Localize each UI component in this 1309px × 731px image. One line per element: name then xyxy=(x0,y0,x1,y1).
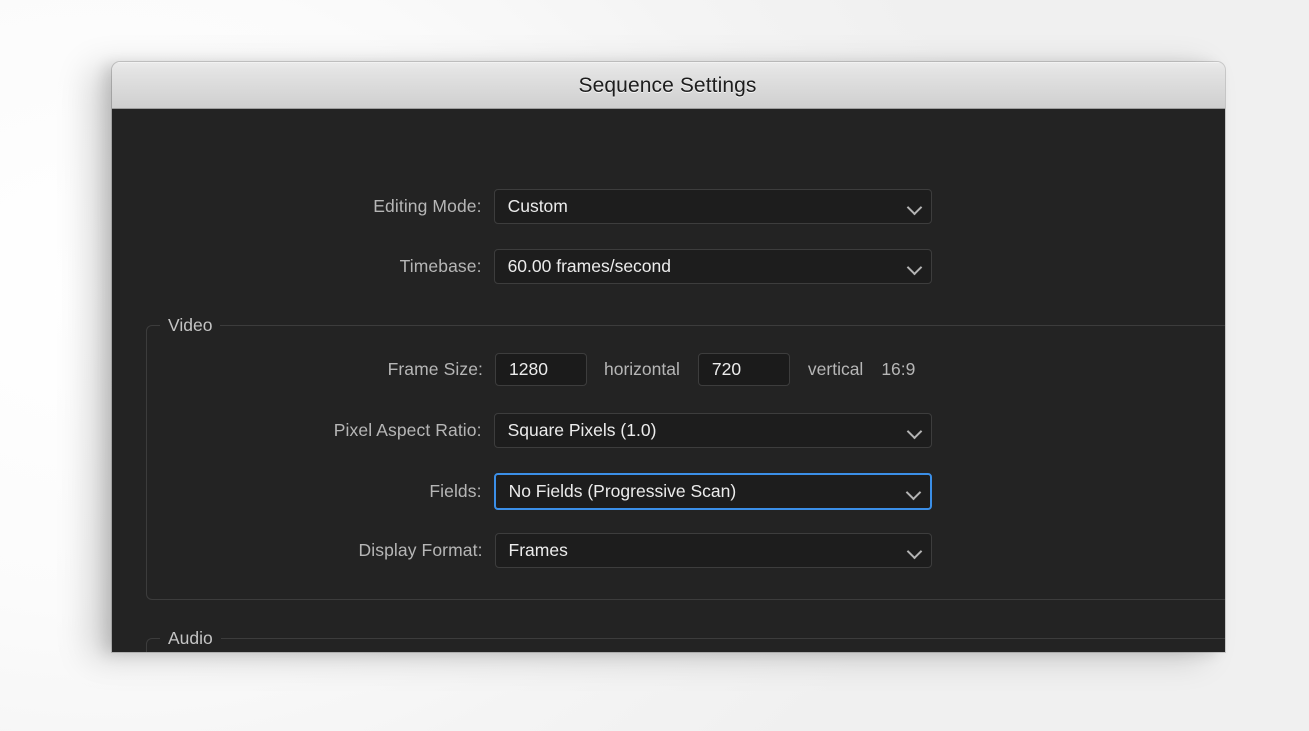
display-format-select[interactable]: Frames xyxy=(494,533,932,568)
timebase-value: 60.00 frames/second xyxy=(507,256,672,276)
sequence-settings-dialog: Sequence Settings Editing Mode: Custom T… xyxy=(112,62,1225,652)
fields-select[interactable]: No Fields (Progressive Scan) xyxy=(493,473,932,510)
frame-size-vertical-unit: vertical xyxy=(807,359,864,379)
fields-value: No Fields (Progressive Scan) xyxy=(508,481,737,501)
chevron-down-icon xyxy=(907,485,921,499)
frame-size-vertical-value: 720 xyxy=(711,359,742,379)
frame-size-vertical-input[interactable]: 720 xyxy=(697,353,790,386)
row-fields: Fields: No Fields (Progressive Scan) xyxy=(112,473,932,510)
chevron-down-icon xyxy=(908,424,922,438)
row-timebase: Timebase: 60.00 frames/second xyxy=(112,249,932,284)
pixel-aspect-ratio-label: Pixel Aspect Ratio: xyxy=(333,420,482,440)
frame-size-aspect-ratio: 16:9 xyxy=(881,359,916,379)
display-format-label: Display Format: xyxy=(358,540,483,560)
display-format-value: Frames xyxy=(508,540,568,560)
audio-group: Audio xyxy=(146,628,1225,652)
audio-group-title: Audio xyxy=(160,628,221,649)
editing-mode-value: Custom xyxy=(507,196,568,216)
dialog-body: Editing Mode: Custom Timebase: 60.00 fra… xyxy=(112,109,1225,652)
editing-mode-label: Editing Mode: xyxy=(373,196,482,216)
frame-size-horizontal-unit: horizontal xyxy=(604,359,680,379)
desktop-background: Sequence Settings Editing Mode: Custom T… xyxy=(0,0,1309,731)
editing-mode-select[interactable]: Custom xyxy=(493,189,932,224)
timebase-label: Timebase: xyxy=(399,256,482,276)
dialog-title: Sequence Settings xyxy=(578,73,757,97)
frame-size-label: Frame Size: xyxy=(387,359,483,379)
frame-size-horizontal-value: 1280 xyxy=(509,359,548,379)
row-frame-size: Frame Size: 1280 horizontal 720 vertical… xyxy=(112,353,1012,386)
pixel-aspect-ratio-value: Square Pixels (1.0) xyxy=(507,420,657,440)
fields-label: Fields: xyxy=(429,481,482,501)
dialog-titlebar[interactable]: Sequence Settings xyxy=(112,62,1225,109)
chevron-down-icon xyxy=(908,260,922,274)
chevron-down-icon xyxy=(908,200,922,214)
frame-size-horizontal-input[interactable]: 1280 xyxy=(495,353,587,386)
pixel-aspect-ratio-select[interactable]: Square Pixels (1.0) xyxy=(493,413,932,448)
row-pixel-aspect-ratio: Pixel Aspect Ratio: Square Pixels (1.0) xyxy=(112,413,932,448)
row-editing-mode: Editing Mode: Custom xyxy=(112,189,932,224)
timebase-select[interactable]: 60.00 frames/second xyxy=(493,249,932,284)
video-group-title: Video xyxy=(160,315,221,336)
chevron-down-icon xyxy=(908,544,922,558)
row-display-format: Display Format: Frames xyxy=(112,533,932,568)
